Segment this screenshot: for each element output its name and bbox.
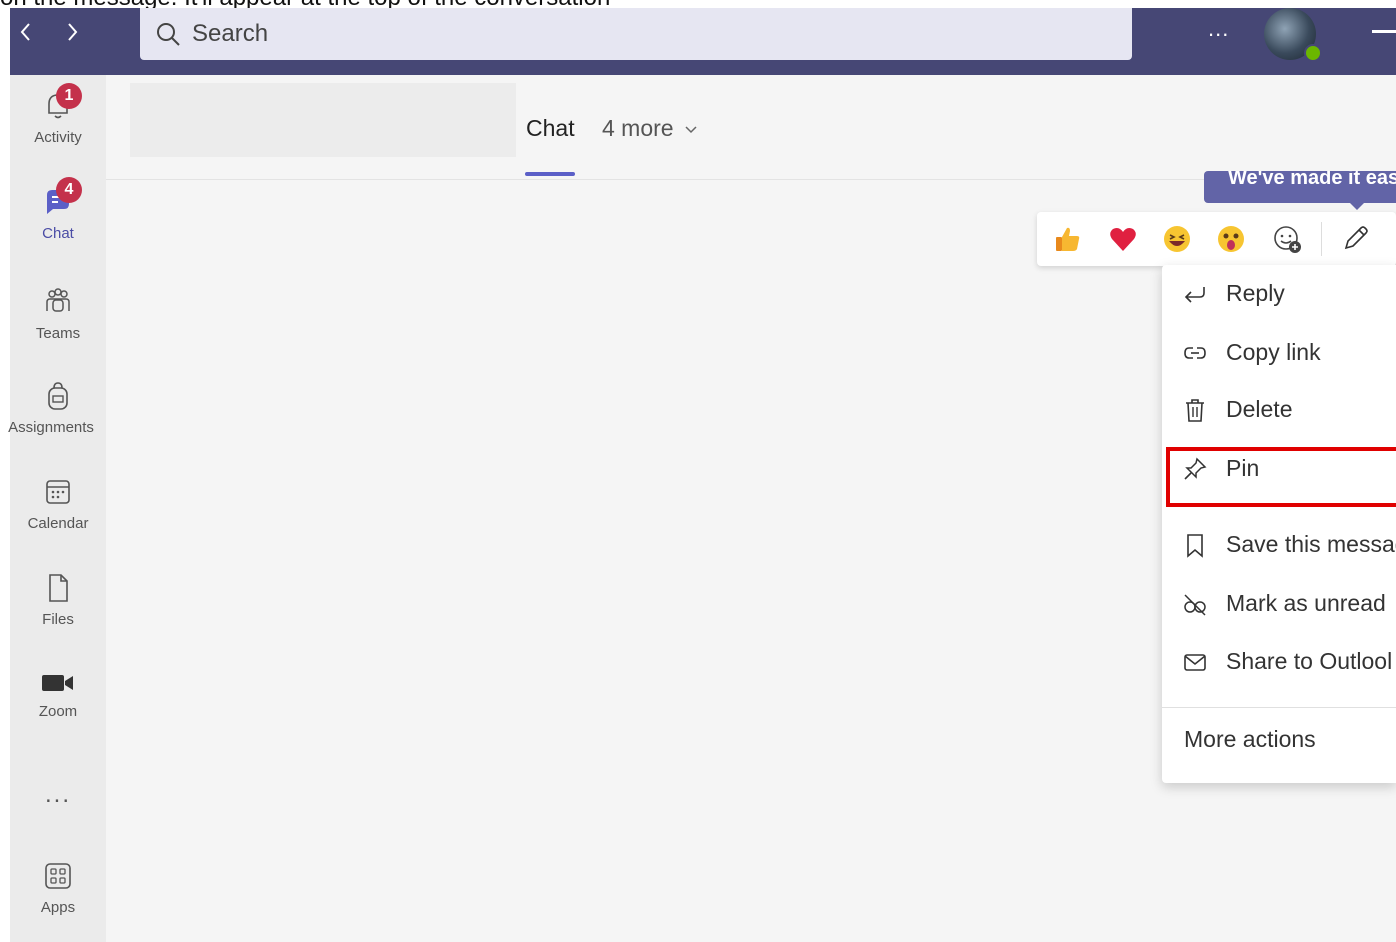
app-rail: Activity 1 Chat 4 Teams Assignments Cale… xyxy=(8,75,106,942)
menu-item-delete[interactable]: Delete xyxy=(1162,387,1396,431)
activity-badge: 1 xyxy=(56,83,82,109)
menu-item-pin[interactable]: Pin xyxy=(1162,446,1396,490)
calendar-icon xyxy=(46,480,70,504)
apps-icon xyxy=(45,863,71,889)
link-icon xyxy=(1184,347,1206,359)
top-bar: Search ... xyxy=(10,8,1396,75)
menu-item-label: Share to Outlool xyxy=(1226,648,1393,674)
search-placeholder: Search xyxy=(192,20,269,47)
more-options-button[interactable]: ... xyxy=(1208,16,1229,42)
heart-icon[interactable] xyxy=(1107,223,1139,255)
rail-label-activity: Activity xyxy=(34,129,82,146)
rail-item-more[interactable]: ... xyxy=(10,775,106,809)
add-reaction-icon[interactable] xyxy=(1271,223,1303,255)
rail-label-files: Files xyxy=(42,611,74,628)
menu-item-share-outlook[interactable]: Share to Outlool xyxy=(1162,639,1396,683)
search-icon xyxy=(157,23,180,46)
rail-label-chat: Chat xyxy=(42,225,74,242)
back-button[interactable] xyxy=(14,20,38,44)
more-actions-label: More actions xyxy=(1184,726,1316,752)
chevron-down-icon xyxy=(685,126,697,134)
backpack-icon xyxy=(48,382,68,410)
header-divider xyxy=(106,179,1396,180)
main-content: Chat 4 more We've made it easi Reply Cop… xyxy=(106,75,1396,942)
surprised-icon[interactable] xyxy=(1215,223,1247,255)
menu-item-more-actions[interactable]: More actions xyxy=(1162,717,1396,761)
rail-item-files[interactable]: Files xyxy=(10,571,106,628)
video-camera-icon xyxy=(42,675,73,691)
rail-label-calendar: Calendar xyxy=(27,515,89,532)
menu-item-label: Reply xyxy=(1226,280,1285,306)
minimize-button[interactable] xyxy=(1372,30,1396,33)
menu-item-label: Copy link xyxy=(1226,339,1321,365)
message-context-menu: Reply Copy link Delete Pin Save this mes… xyxy=(1162,265,1396,783)
tab-more-dropdown[interactable]: 4 more xyxy=(602,115,698,142)
menu-item-label: Mark as unread xyxy=(1226,590,1386,616)
thumbs-up-icon[interactable] xyxy=(1051,223,1083,255)
rail-item-assignments[interactable]: Assignments xyxy=(8,379,106,436)
tab-chat[interactable]: Chat xyxy=(526,115,575,142)
instruction-caption: on the message. It'll appear at the top … xyxy=(0,0,1396,8)
rail-label-zoom: Zoom xyxy=(38,703,78,720)
tab-more-label: 4 more xyxy=(602,115,674,141)
chevron-right-icon xyxy=(68,23,78,41)
rail-label-teams: Teams xyxy=(35,325,81,342)
reply-icon xyxy=(1184,287,1205,303)
mail-icon xyxy=(1184,654,1206,671)
menu-item-label: Delete xyxy=(1226,396,1293,422)
edit-pencil-icon[interactable] xyxy=(1339,223,1371,255)
forward-button[interactable] xyxy=(60,20,84,44)
reaction-divider xyxy=(1321,222,1322,256)
rail-item-apps[interactable]: Apps xyxy=(10,859,106,916)
rail-label-apps: Apps xyxy=(40,899,76,916)
more-apps-icon: ... xyxy=(44,781,71,808)
chat-badge: 4 xyxy=(56,177,82,203)
menu-divider xyxy=(1162,707,1396,708)
laugh-icon[interactable] xyxy=(1161,223,1193,255)
teams-icon xyxy=(46,288,70,312)
rail-item-zoom[interactable]: Zoom xyxy=(10,669,106,720)
rail-item-calendar[interactable]: Calendar xyxy=(10,475,106,532)
rail-item-activity[interactable]: Activity 1 xyxy=(10,83,106,146)
conversation-header-placeholder xyxy=(130,83,516,157)
rail-label-assignments: Assignments xyxy=(8,419,94,436)
menu-item-label: Pin xyxy=(1226,455,1260,481)
search-bar[interactable]: Search xyxy=(140,8,1132,60)
chevron-left-icon xyxy=(20,23,30,41)
tooltip-arrow xyxy=(1348,201,1366,210)
bookmark-icon xyxy=(1187,534,1203,558)
tooltip-text: We've made it easi xyxy=(1228,171,1396,189)
unread-eye-icon xyxy=(1184,594,1206,616)
menu-item-save-message[interactable]: Save this messag xyxy=(1162,522,1396,566)
feature-tooltip: We've made it easi xyxy=(1204,171,1396,203)
rail-item-chat[interactable]: Chat 4 xyxy=(10,177,106,242)
tab-active-indicator xyxy=(525,172,575,176)
menu-item-mark-unread[interactable]: Mark as unread xyxy=(1162,581,1396,625)
menu-item-reply[interactable]: Reply xyxy=(1162,271,1396,315)
reaction-bar xyxy=(1037,212,1396,266)
rail-item-teams[interactable]: Teams xyxy=(10,285,106,342)
pin-icon xyxy=(1184,457,1207,480)
menu-item-label: Save this messag xyxy=(1226,531,1396,557)
trash-icon xyxy=(1186,399,1204,422)
file-icon xyxy=(49,574,68,602)
presence-available-icon xyxy=(1304,44,1322,62)
menu-item-copy-link[interactable]: Copy link xyxy=(1162,330,1396,374)
